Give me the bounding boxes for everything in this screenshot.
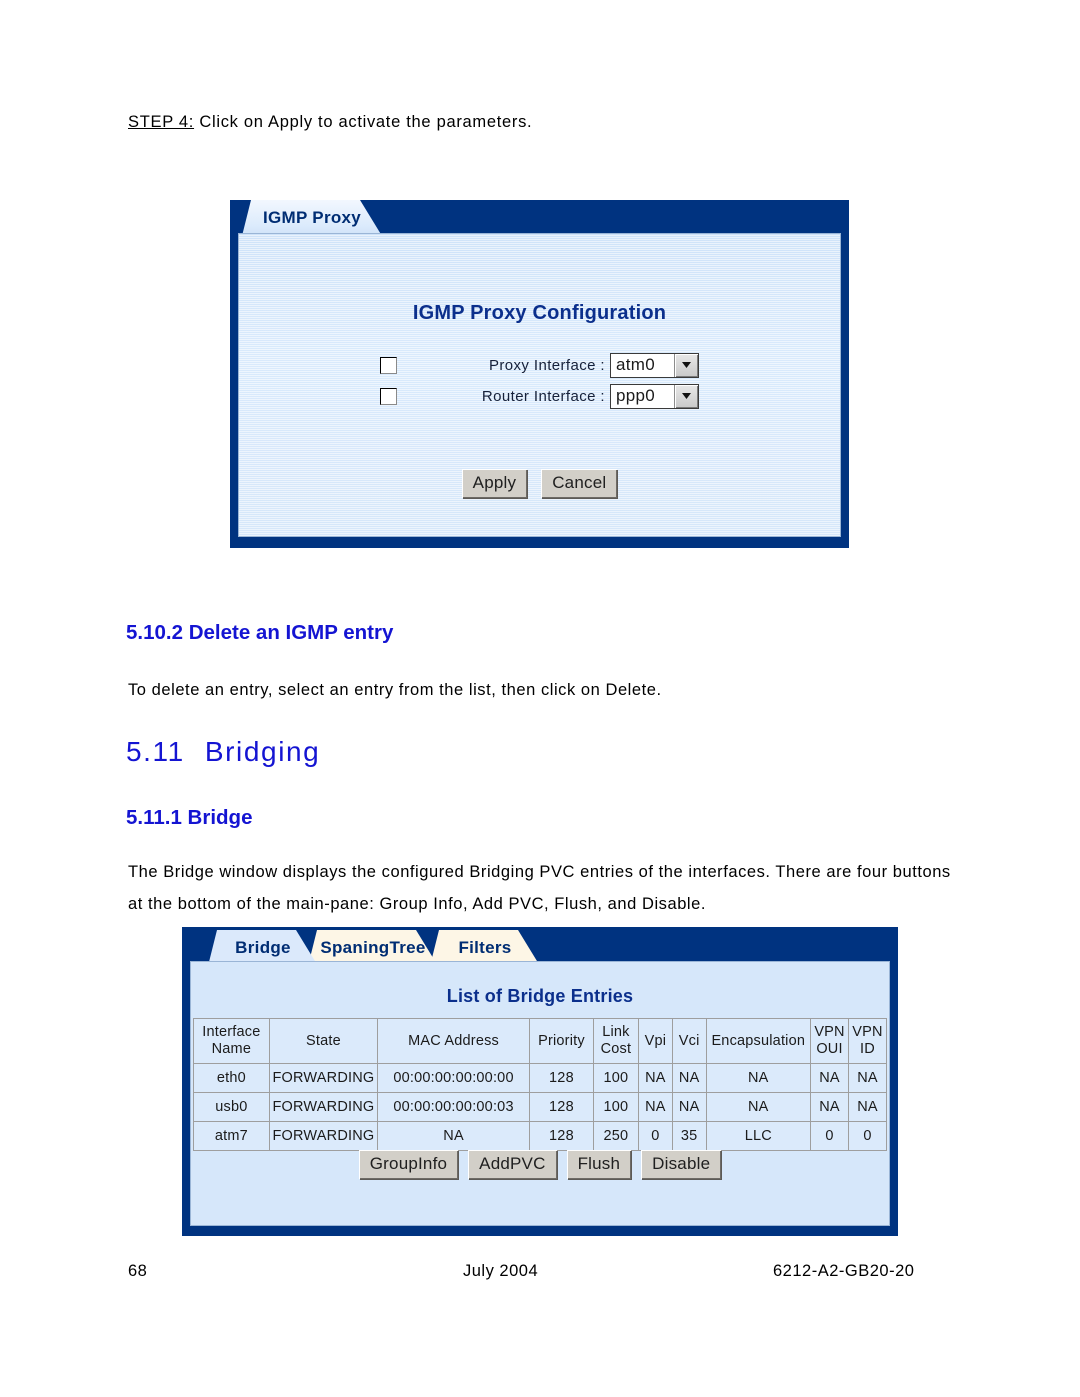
proxy-interface-value: atm0 — [611, 353, 674, 377]
cell-mac-address: NA — [377, 1121, 530, 1151]
footer-page-number: 68 — [128, 1262, 148, 1280]
cell-interface-name: eth0 — [193, 1063, 270, 1093]
proxy-interface-select[interactable]: atm0 — [610, 352, 699, 378]
heading-bridging-title: Bridging — [204, 736, 321, 767]
cell-vci: NA — [671, 1063, 707, 1093]
bridge-button-row: GroupInfo AddPVC Flush Disable — [191, 1150, 889, 1179]
addpvc-button[interactable]: AddPVC — [468, 1150, 557, 1179]
proxy-interface-checkbox-cell — [239, 356, 415, 374]
proxy-interface-label: Proxy Interface : — [488, 356, 605, 374]
cell-mac-address: 00:00:00:00:00:00 — [377, 1063, 530, 1093]
igmp-config-title: IGMP Proxy Configuration — [412, 302, 667, 324]
cell-priority: 128 — [529, 1121, 594, 1151]
cell-vpn-id: NA — [848, 1092, 887, 1122]
table-row[interactable]: atm7 FORWARDING NA 128 250 0 35 LLC 0 0 — [193, 1121, 887, 1151]
cell-link-cost: 100 — [592, 1063, 639, 1093]
cell-state: FORWARDING — [268, 1063, 379, 1093]
cell-priority: 128 — [529, 1063, 594, 1093]
bridge-list-title: List of Bridge Entries — [446, 986, 634, 1006]
bridge-window: Filters SpaningTree Bridge List of Bridg… — [182, 927, 898, 1236]
groupinfo-button[interactable]: GroupInfo — [358, 1150, 459, 1179]
cell-vpn-oui: NA — [810, 1092, 849, 1122]
paragraph-bridge: The Bridge window displays the configure… — [128, 863, 951, 913]
col-header-link-cost: Link Cost — [592, 1018, 639, 1064]
cell-state: FORWARDING — [268, 1092, 379, 1122]
cell-interface-name: usb0 — [193, 1092, 270, 1122]
col-header-mac-address: MAC Address — [377, 1018, 530, 1064]
cell-vci: 35 — [671, 1121, 707, 1151]
page-footer: 68 July 2004 6212-A2-GB20-20 — [0, 1262, 1080, 1286]
cell-vpn-oui: 0 — [810, 1121, 849, 1151]
chevron-down-icon[interactable] — [674, 384, 698, 408]
table-row[interactable]: usb0 FORWARDING 00:00:00:00:00:03 128 10… — [193, 1092, 887, 1122]
cell-vpn-id: NA — [848, 1063, 887, 1093]
table-row[interactable]: eth0 FORWARDING 00:00:00:00:00:00 128 10… — [193, 1063, 887, 1093]
tab-filters-label: Filters — [458, 938, 512, 957]
router-interface-checkbox-cell — [239, 387, 415, 405]
cell-vpn-oui: NA — [810, 1063, 849, 1093]
col-header-encapsulation: Encapsulation — [705, 1018, 812, 1064]
heading-delete-igmp-entry: 5.10.2 Delete an IGMP entry — [126, 621, 394, 644]
cell-link-cost: 250 — [592, 1121, 639, 1151]
flush-button[interactable]: Flush — [566, 1150, 632, 1179]
cell-vpn-id: 0 — [848, 1121, 887, 1151]
cell-priority: 128 — [529, 1092, 594, 1122]
step-4-text: Click on Apply to activate the parameter… — [199, 113, 533, 131]
cell-encapsulation: NA — [705, 1063, 812, 1093]
form-row-router-interface: Router Interface : ppp0 — [239, 381, 840, 411]
footer-document-number: 6212-A2-GB20-20 — [773, 1262, 915, 1280]
cell-link-cost: 100 — [592, 1092, 639, 1122]
col-header-priority: Priority — [529, 1018, 594, 1064]
heading-bridge: 5.11.1 Bridge — [126, 806, 253, 829]
col-header-interface-name: Interface Name — [193, 1018, 270, 1064]
tab-spaningtree-label: SpaningTree — [320, 938, 426, 957]
cell-state: FORWARDING — [268, 1121, 379, 1151]
apply-button[interactable]: Apply — [461, 469, 528, 498]
igmp-button-row: Apply Cancel — [239, 469, 840, 498]
cell-vpi: NA — [637, 1092, 673, 1122]
cell-mac-address: 00:00:00:00:00:03 — [377, 1092, 530, 1122]
tab-igmp-proxy[interactable]: IGMP Proxy — [242, 200, 382, 236]
igmp-window-body: IGMP Proxy Configuration Proxy Interface… — [238, 233, 841, 537]
cell-encapsulation: NA — [705, 1092, 812, 1122]
router-interface-label: Router Interface : — [481, 387, 605, 405]
chevron-down-icon[interactable] — [674, 353, 698, 377]
col-header-vpn-oui: VPN OUI — [810, 1018, 849, 1064]
form-row-proxy-interface: Proxy Interface : atm0 — [239, 350, 840, 380]
bridge-entries-table: Interface Name State MAC Address Priorit… — [193, 1018, 887, 1151]
proxy-interface-checkbox[interactable] — [380, 356, 397, 374]
router-interface-checkbox[interactable] — [380, 387, 397, 405]
col-header-vci: Vci — [671, 1018, 707, 1064]
igmp-proxy-window: IGMP Proxy IGMP Proxy Configuration Prox… — [230, 200, 849, 548]
bridge-table-body: eth0 FORWARDING 00:00:00:00:00:00 128 10… — [193, 1063, 887, 1151]
igmp-form: Proxy Interface : atm0 Router Interface … — [239, 350, 840, 412]
tab-igmp-proxy-label: IGMP Proxy — [262, 208, 362, 227]
table-header-row: Interface Name State MAC Address Priorit… — [193, 1018, 887, 1064]
bridge-table-head: Interface Name State MAC Address Priorit… — [193, 1018, 887, 1064]
col-header-vpn-id: VPN ID — [848, 1018, 887, 1064]
col-header-state: State — [268, 1018, 379, 1064]
tab-bridge-label: Bridge — [235, 938, 291, 957]
bridge-window-body: List of Bridge Entries Interface Name St… — [190, 961, 890, 1226]
heading-bridging-number: 5.11 — [126, 736, 185, 767]
router-interface-select[interactable]: ppp0 — [610, 383, 699, 409]
footer-date: July 2004 — [463, 1262, 539, 1280]
cell-vci: NA — [671, 1092, 707, 1122]
heading-bridging: 5.11 Bridging — [126, 736, 320, 768]
cancel-button[interactable]: Cancel — [541, 469, 618, 498]
step-4-label: STEP 4: — [128, 113, 195, 131]
router-interface-value: ppp0 — [611, 384, 674, 408]
cell-interface-name: atm7 — [193, 1121, 270, 1151]
paragraph-delete-igmp-entry: To delete an entry, select an entry from… — [128, 681, 662, 699]
step-4-instruction: STEP 4: Click on Apply to activate the p… — [128, 113, 532, 132]
document-page: STEP 4: Click on Apply to activate the p… — [0, 0, 1080, 1397]
disable-button[interactable]: Disable — [641, 1150, 722, 1179]
col-header-vpi: Vpi — [637, 1018, 673, 1064]
cell-encapsulation: LLC — [705, 1121, 812, 1151]
cell-vpi: 0 — [637, 1121, 673, 1151]
cell-vpi: NA — [637, 1063, 673, 1093]
